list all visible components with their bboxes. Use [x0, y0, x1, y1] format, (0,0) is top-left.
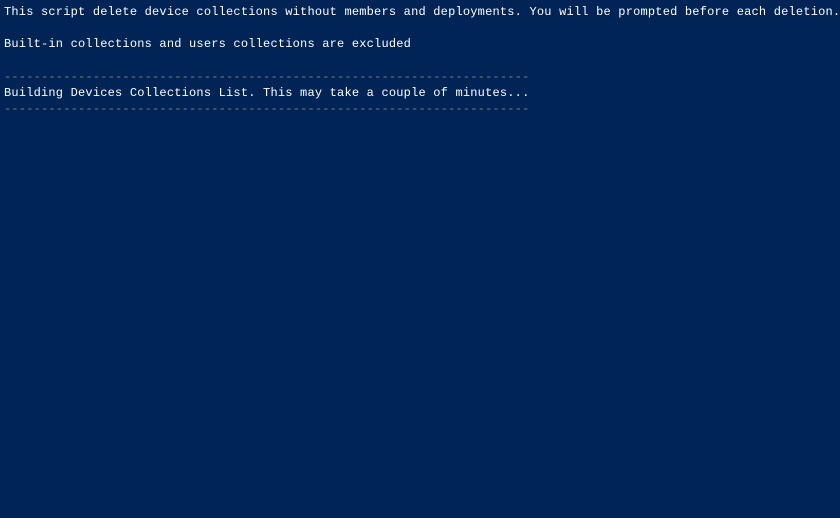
console-separator: ----------------------------------------…: [4, 69, 836, 85]
console-line-exclusion: Built-in collections and users collectio…: [4, 36, 836, 52]
console-blank-line: [4, 20, 836, 36]
console-line-intro: This script delete device collections wi…: [4, 4, 836, 20]
console-line-building: Building Devices Collections List. This …: [4, 85, 836, 101]
console-output: This script delete device collections wi…: [4, 4, 836, 117]
console-blank-line: [4, 53, 836, 69]
console-separator: ----------------------------------------…: [4, 101, 836, 117]
